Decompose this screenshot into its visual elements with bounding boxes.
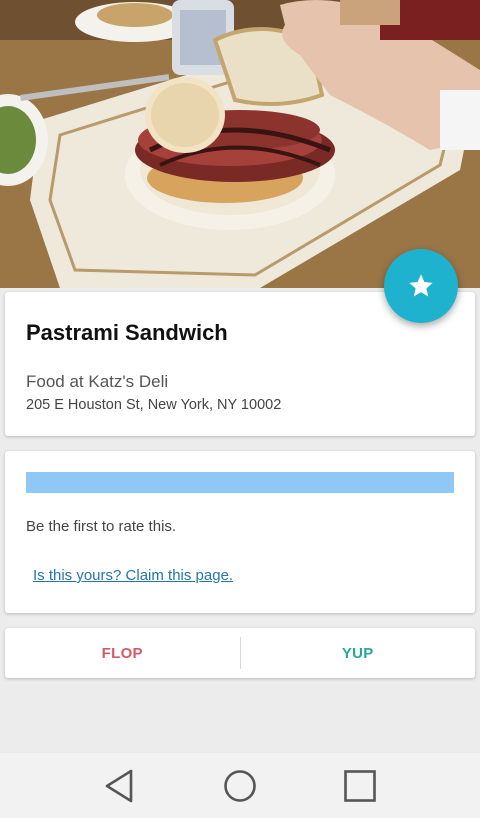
rating-bar — [26, 472, 454, 493]
place-subtitle: Food at Katz's Deli — [26, 372, 169, 391]
favorite-fab-button[interactable] — [384, 249, 458, 323]
hero-photo — [0, 0, 480, 288]
home-circle-icon — [224, 769, 256, 802]
rating-card: Be the first to rate this. Is this yours… — [5, 451, 475, 613]
claim-page-link[interactable]: Is this yours? Claim this page. — [33, 567, 233, 584]
rating-message: Be the first to rate this. — [26, 518, 177, 535]
back-triangle-icon — [105, 769, 133, 802]
recents-square-icon — [344, 769, 376, 802]
vote-actions-card: FLOP YUP — [5, 628, 475, 678]
system-navigation-bar — [0, 753, 480, 818]
star-icon — [409, 274, 433, 297]
recents-button[interactable] — [340, 766, 380, 806]
yup-button[interactable]: YUP — [241, 628, 476, 678]
place-title: Pastrami Sandwich — [26, 320, 228, 345]
flop-button[interactable]: FLOP — [5, 628, 240, 678]
place-address: 205 E Houston St, New York, NY 10002 — [26, 397, 282, 413]
home-button[interactable] — [220, 766, 260, 806]
back-button[interactable] — [100, 766, 140, 806]
pastrami-sandwich-image — [0, 0, 480, 288]
